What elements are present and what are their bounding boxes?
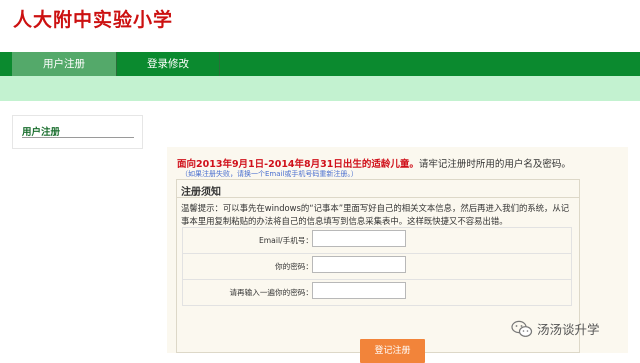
sidebar-divider	[22, 137, 134, 138]
watermark: 汤汤谈升学	[511, 319, 600, 341]
sub-nav-bar	[0, 76, 640, 101]
field-row-password: 你的密码：	[183, 254, 572, 280]
nav-divider	[219, 52, 220, 76]
submit-register-button[interactable]: 登记注册	[360, 339, 425, 363]
email-phone-input[interactable]	[312, 230, 406, 247]
sidebar-title: 用户注册	[22, 127, 61, 138]
form-fields: Email/手机号： 你的密码： 请再输入一遍你的密码：	[182, 227, 572, 306]
nav-item-login-edit[interactable]: 登录修改	[117, 52, 219, 76]
field-row-email: Email/手机号：	[183, 228, 572, 254]
notice-rest: 请牢记注册时所用的用户名及密码。	[418, 159, 571, 170]
retry-hint-link[interactable]: （如果注册失败，请换一个Email或手机号码重新注册。）	[181, 169, 358, 179]
confirm-password-input[interactable]	[312, 282, 406, 299]
wechat-icon	[511, 320, 533, 341]
field-row-confirm: 请再输入一遍你的密码：	[183, 280, 572, 306]
email-label: Email/手机号：	[258, 236, 313, 245]
sidebar-panel: 用户注册	[12, 115, 143, 149]
password-input[interactable]	[312, 256, 406, 273]
watermark-text: 汤汤谈升学	[537, 322, 600, 337]
form-heading: 注册须知	[181, 187, 221, 198]
form-heading-divider	[177, 197, 579, 198]
password-label: 你的密码：	[275, 262, 313, 271]
site-title: 人大附中实验小学	[13, 9, 174, 31]
tip-text: 温馨提示：可以事先在windows的“记事本”里面写好自己的相关文本信息，然后再…	[181, 203, 570, 226]
notice-text: 面向2013年9月1日-2014年8月31日出生的适龄儿童。请牢记注册时所用的用…	[177, 156, 571, 170]
main-nav: 用户注册 登录修改	[0, 52, 640, 76]
confirm-password-label: 请再输入一遍你的密码：	[229, 288, 313, 297]
nav-item-register[interactable]: 用户注册	[12, 52, 116, 76]
